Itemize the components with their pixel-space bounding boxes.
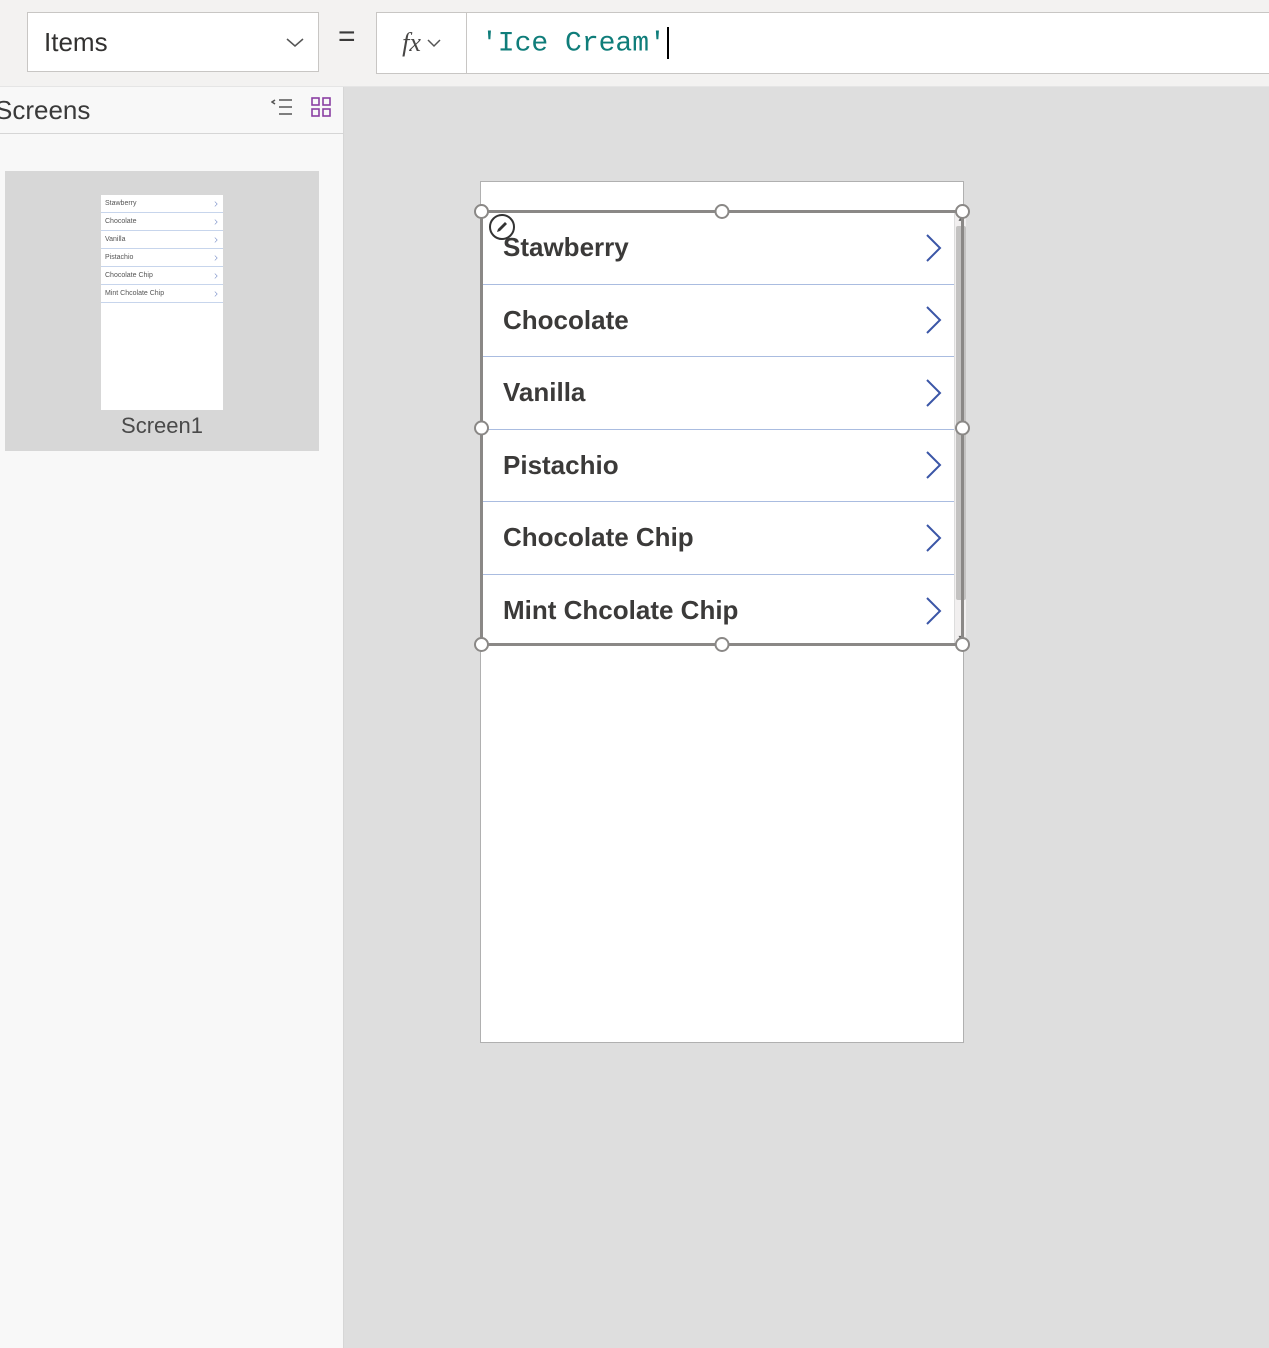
chevron-right-icon	[213, 291, 219, 297]
gallery-item-title: Vanilla	[503, 377, 585, 408]
gallery-item-title: Chocolate Chip	[503, 522, 694, 553]
gallery-item[interactable]: Stawberry	[481, 212, 965, 285]
thumb-row: Chocolate Chip	[101, 267, 223, 285]
chevron-right-icon[interactable]	[925, 523, 943, 553]
chevron-right-icon	[213, 273, 219, 279]
tree-view-icon[interactable]	[271, 97, 293, 117]
design-canvas[interactable]: Stawberry Chocolate Vanilla Pistachio Ch…	[344, 87, 1269, 1348]
gallery-item-title: Chocolate	[503, 305, 629, 336]
screens-pane: Screens Stawberry Chocolate Va	[0, 87, 344, 1348]
thumbnail-view-icon[interactable]	[311, 97, 331, 117]
chevron-down-icon	[427, 38, 441, 48]
scrollbar-thumb[interactable]	[956, 226, 966, 600]
thumb-row: Stawberry	[101, 195, 223, 213]
thumb-item-label: Pistachio	[105, 254, 133, 261]
formula-box: fx 'Ice Cream'	[376, 12, 1269, 74]
scroll-up-icon[interactable]: ▴	[955, 212, 967, 224]
gallery-control[interactable]: Stawberry Chocolate Vanilla Pistachio Ch…	[481, 212, 965, 644]
thumb-item-label: Vanilla	[105, 236, 126, 243]
screens-pane-header: Screens	[0, 87, 343, 134]
gallery-item[interactable]: Chocolate	[481, 285, 965, 358]
chevron-right-icon	[213, 219, 219, 225]
thumbnail-preview: Stawberry Chocolate Vanilla Pistachio Ch…	[101, 195, 223, 410]
thumb-item-label: Chocolate Chip	[105, 272, 153, 279]
fx-label: fx	[402, 28, 421, 58]
formula-text: 'Ice Cream'	[481, 28, 666, 59]
thumbnail-label: Screen1	[121, 413, 203, 439]
chevron-right-icon[interactable]	[925, 596, 943, 626]
gallery-scrollbar[interactable]: ▴ ▾	[954, 212, 966, 644]
phone-frame: Stawberry Chocolate Vanilla Pistachio Ch…	[480, 181, 964, 1043]
edit-template-button[interactable]	[489, 214, 515, 240]
thumb-item-label: Mint Chcolate Chip	[105, 290, 164, 297]
gallery-item-title: Pistachio	[503, 450, 619, 481]
gallery-item-title: Stawberry	[503, 232, 629, 263]
thumb-row: Pistachio	[101, 249, 223, 267]
chevron-right-icon[interactable]	[925, 378, 943, 408]
scroll-down-icon[interactable]: ▾	[955, 632, 967, 644]
property-name: Items	[44, 27, 108, 58]
gallery-item[interactable]: Chocolate Chip	[481, 502, 965, 575]
gallery-item[interactable]: Vanilla	[481, 357, 965, 430]
equals-label: =	[338, 20, 356, 54]
text-caret	[667, 27, 669, 59]
thumb-row: Chocolate	[101, 213, 223, 231]
property-dropdown[interactable]: Items	[27, 12, 319, 72]
thumb-item-label: Stawberry	[105, 200, 137, 207]
chevron-right-icon[interactable]	[925, 450, 943, 480]
thumb-row: Vanilla	[101, 231, 223, 249]
formula-bar: Items = fx 'Ice Cream'	[0, 0, 1269, 87]
chevron-right-icon	[213, 201, 219, 207]
screen-thumbnail[interactable]: Stawberry Chocolate Vanilla Pistachio Ch…	[5, 171, 319, 451]
gallery-item[interactable]: Pistachio	[481, 430, 965, 503]
screens-pane-title: Screens	[0, 95, 90, 126]
chevron-right-icon[interactable]	[925, 305, 943, 335]
chevron-right-icon	[213, 237, 219, 243]
fx-button[interactable]: fx	[377, 13, 467, 73]
chevron-right-icon	[213, 255, 219, 261]
chevron-right-icon[interactable]	[925, 233, 943, 263]
gallery-item-title: Mint Chcolate Chip	[503, 595, 738, 626]
gallery-item[interactable]: Mint Chcolate Chip	[481, 575, 965, 648]
chevron-down-icon	[286, 36, 304, 48]
formula-input[interactable]: 'Ice Cream'	[467, 27, 1269, 59]
thumb-row: Mint Chcolate Chip	[101, 285, 223, 303]
thumb-item-label: Chocolate	[105, 218, 137, 225]
